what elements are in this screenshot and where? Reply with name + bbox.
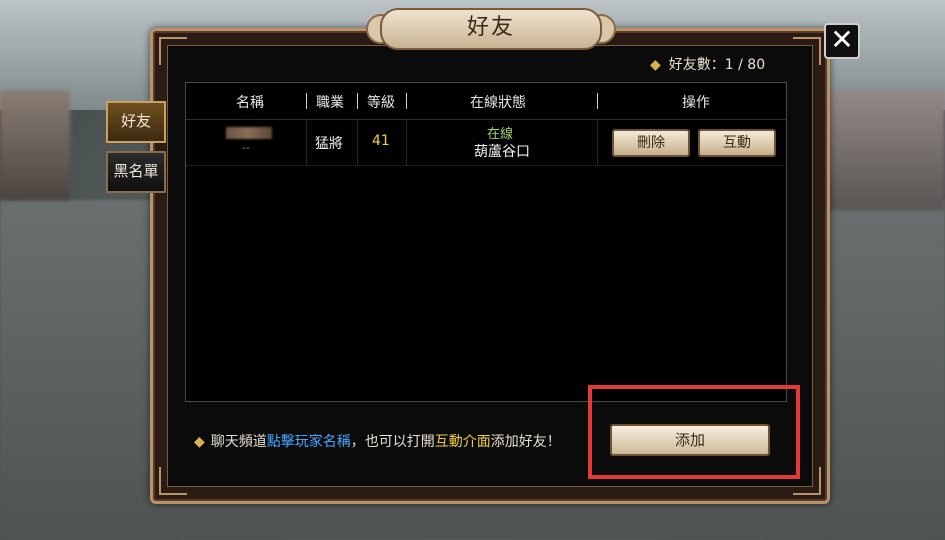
col-level: 等級 <box>367 95 395 111</box>
friend-count: ◆ 好友數：1 / 80 <box>650 54 765 74</box>
friend-list: 名稱 職業 等級 在線狀態 操作 -- 猛將 41 在線 葫蘆谷口 刪除 互動 <box>185 82 787 402</box>
player-name-sub: -- <box>242 141 250 154</box>
col-actions: 操作 <box>682 95 710 111</box>
column-divider <box>406 93 407 109</box>
player-job: 猛將 <box>315 136 343 152</box>
player-location: 葫蘆谷口 <box>474 144 530 160</box>
tab-blacklist[interactable]: 黑名單 <box>106 151 166 193</box>
hint-suffix: 添加好友！ <box>490 434 561 450</box>
close-button[interactable]: ✕ <box>824 23 860 59</box>
player-status: 在線 <box>487 127 514 142</box>
close-icon: ✕ <box>830 23 854 56</box>
corner-ornament <box>159 37 187 65</box>
col-status: 在線狀態 <box>470 95 526 111</box>
hint-highlight-name: 點擊玩家名稱 <box>266 434 351 450</box>
player-name-redacted[interactable] <box>226 127 272 139</box>
player-level: 41 <box>372 133 390 149</box>
corner-ornament <box>159 467 187 495</box>
col-job: 職業 <box>316 95 344 111</box>
column-divider <box>597 93 598 109</box>
highlight-box <box>588 385 800 479</box>
tab-friends[interactable]: 好友 <box>106 101 166 143</box>
window-title: 好友 <box>380 8 602 50</box>
interact-button[interactable]: 互動 <box>698 129 776 157</box>
diamond-bullet-icon: ◆ <box>194 434 205 450</box>
table-row[interactable]: -- 猛將 41 在線 葫蘆谷口 刪除 互動 <box>186 119 786 166</box>
col-name: 名稱 <box>236 95 264 111</box>
delete-button[interactable]: 刪除 <box>612 129 690 157</box>
background-building-right <box>820 90 945 210</box>
corner-ornament <box>793 37 821 65</box>
diamond-bullet-icon: ◆ <box>650 57 661 73</box>
friend-count-label: 好友數：1 / 80 <box>668 57 766 73</box>
background-building-left <box>0 90 70 200</box>
hint-prefix: 聊天頻道 <box>210 434 267 450</box>
column-divider <box>357 93 358 109</box>
hint-middle: ，也可以打開 <box>350 434 435 450</box>
column-divider <box>306 93 307 109</box>
table-header: 名稱 職業 等級 在線狀態 操作 <box>186 83 786 120</box>
hint-text: ◆ 聊天頻道點擊玩家名稱，也可以打開互動介面添加好友！ <box>194 431 561 451</box>
hint-highlight-interact: 互動介面 <box>434 434 491 450</box>
